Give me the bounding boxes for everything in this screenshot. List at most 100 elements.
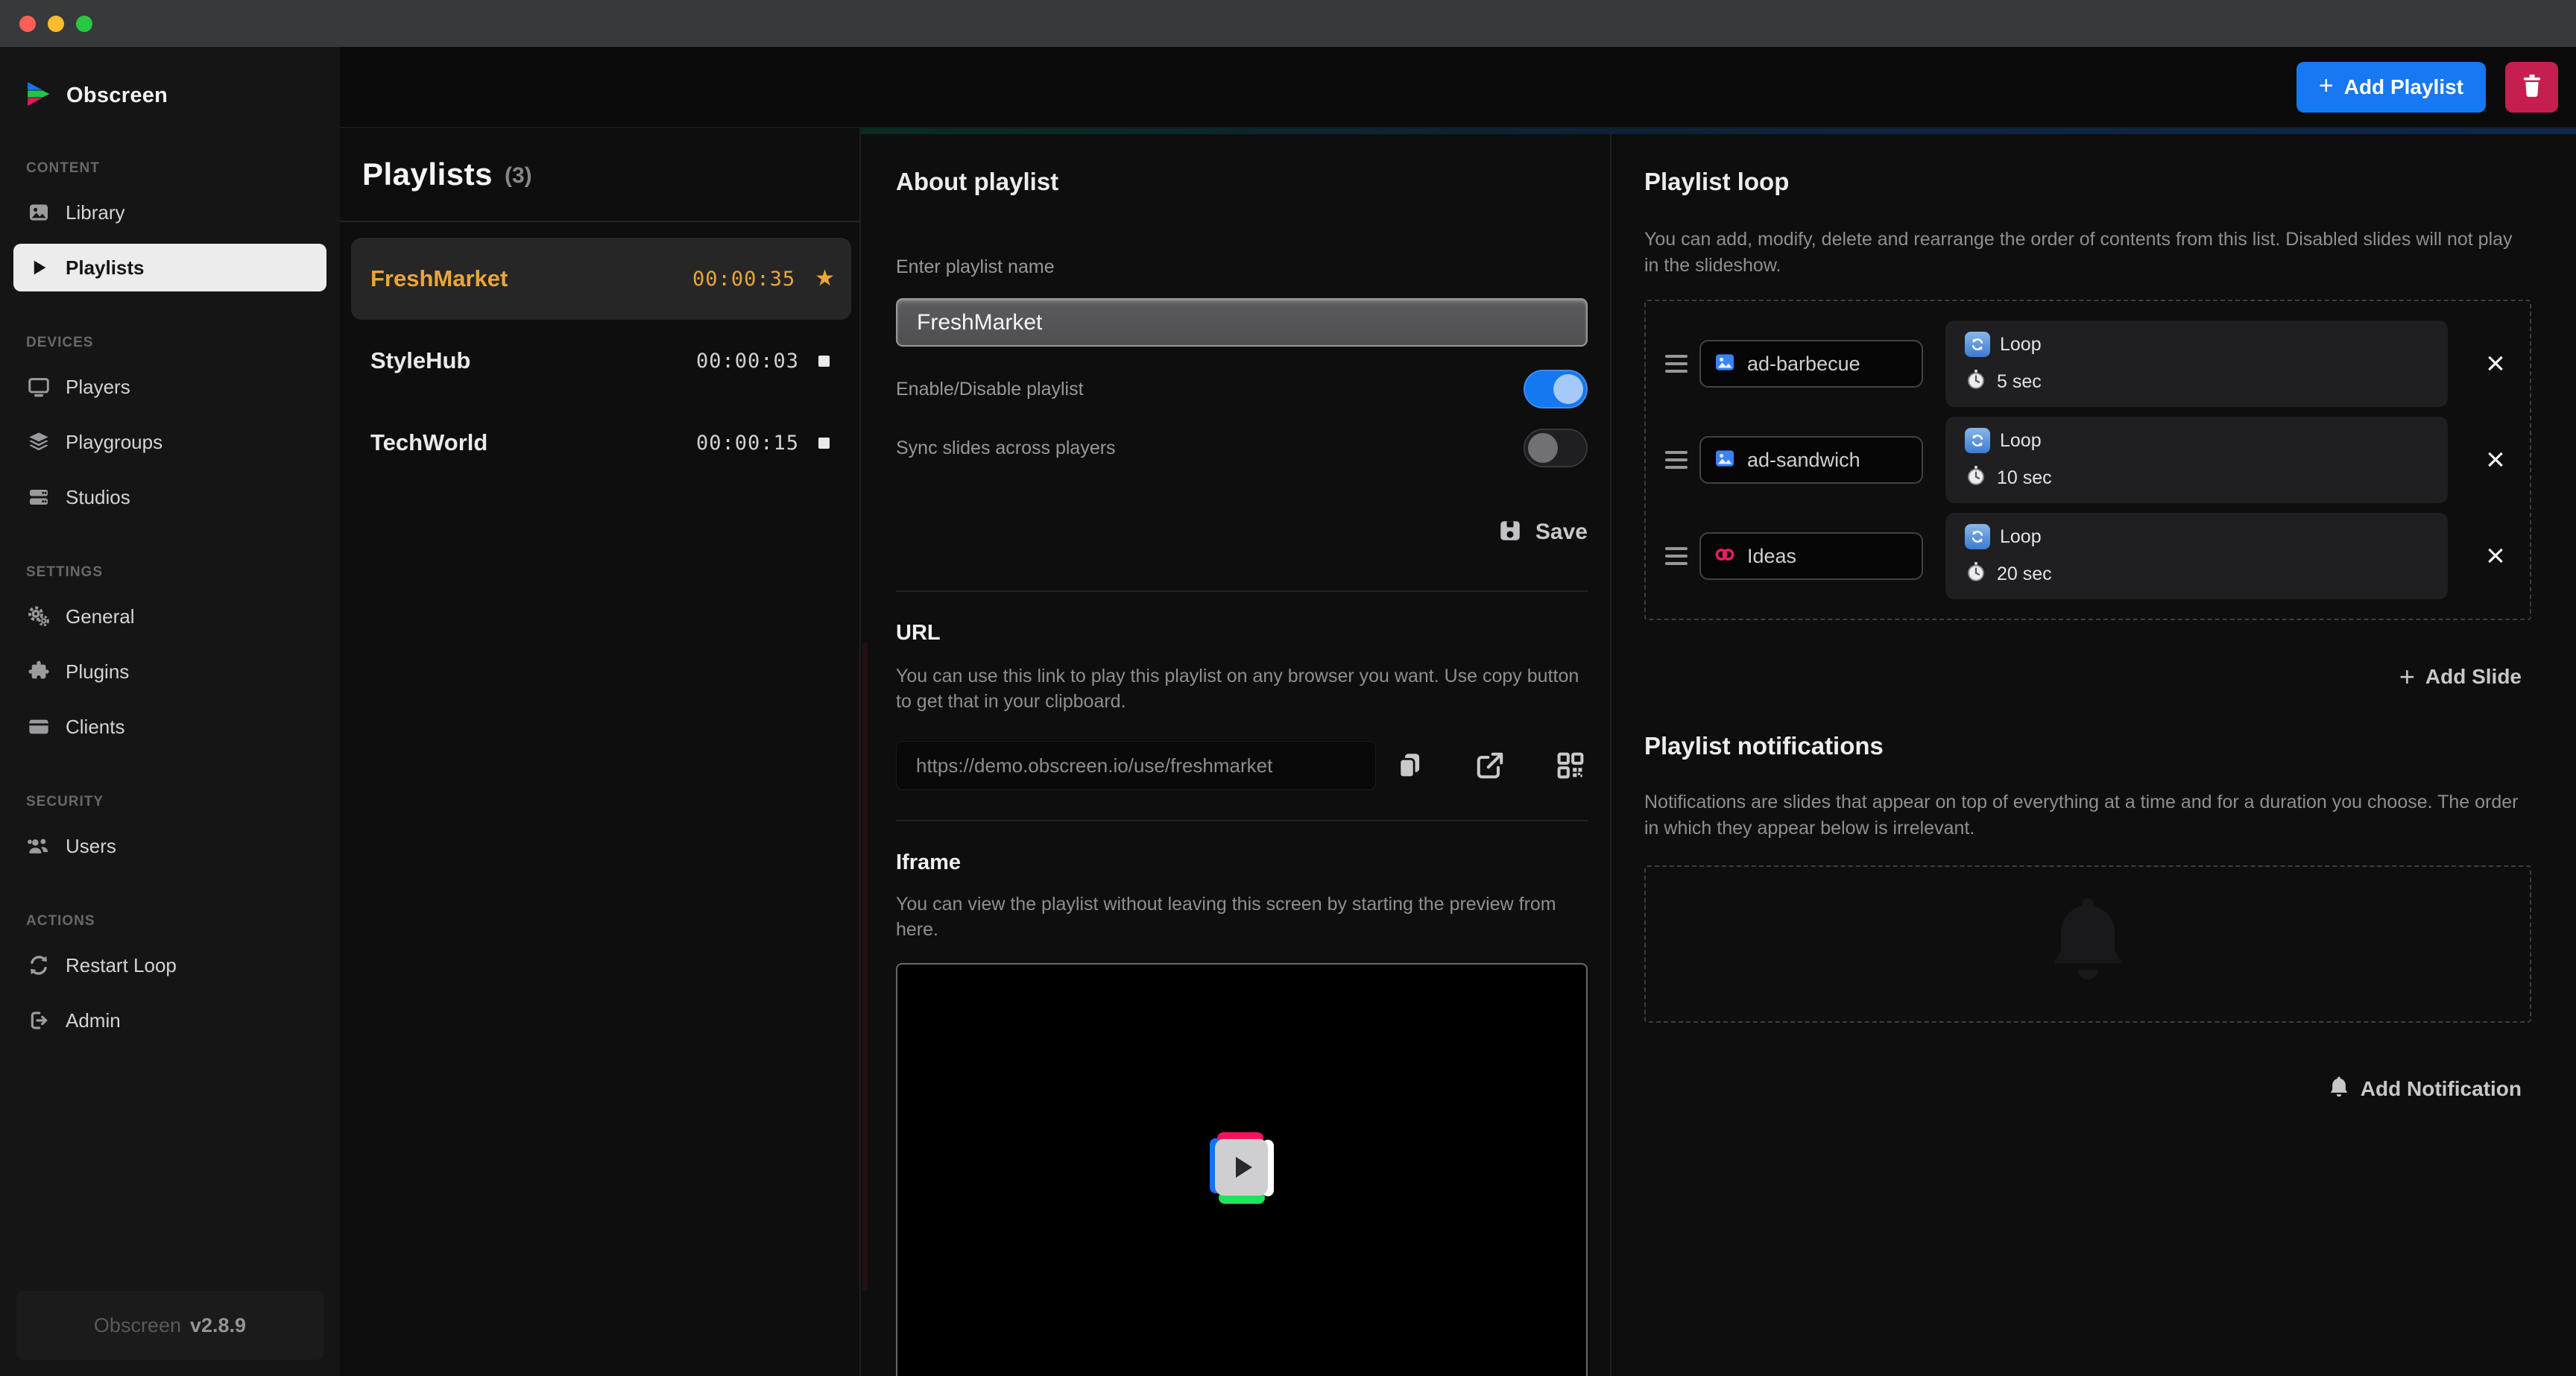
stopwatch-icon [1965, 368, 1987, 396]
sidebar-section-devices: DEVICES [26, 335, 340, 354]
playlist-row-techworld[interactable]: TechWorld 00:00:15 [351, 402, 851, 484]
sidebar-item-admin[interactable]: Admin [0, 997, 340, 1044]
plus-icon: + [2319, 72, 2334, 101]
app-name: Obscreen [66, 83, 168, 108]
image-icon [1713, 350, 1737, 378]
add-notification-button[interactable]: Add Notification [1644, 1073, 2522, 1105]
sidebar-item-clients[interactable]: Clients [0, 703, 340, 751]
playlist-row-freshmarket[interactable]: FreshMarket 00:00:35 ★ [351, 238, 851, 320]
slide-settings-card[interactable]: Loop 20 sec [1945, 513, 2448, 599]
playlist-url-input[interactable] [896, 741, 1376, 790]
sidebar-item-label: Playgroups [66, 431, 162, 454]
puzzle-icon [26, 660, 51, 684]
remove-slide-button[interactable]: × [2481, 347, 2510, 380]
image-icon [1713, 446, 1737, 474]
drag-handle-icon[interactable] [1665, 547, 1688, 565]
bell-placeholder-icon [2043, 894, 2133, 994]
sidebar-item-label: General [66, 605, 135, 628]
plus-icon: + [2399, 663, 2415, 690]
drag-handle-icon[interactable] [1665, 451, 1688, 469]
image-icon [26, 201, 51, 225]
sidebar-item-restart-loop[interactable]: Restart Loop [0, 941, 340, 989]
drag-handle-icon[interactable] [1665, 355, 1688, 373]
slide-row-ad-sandwich: ad-sandwich Loop [1665, 417, 2510, 503]
sidebar-section-content: CONTENT [26, 160, 340, 180]
star-icon: ★ [815, 268, 835, 290]
enable-playlist-toggle[interactable] [1524, 370, 1588, 408]
iframe-section-description: You can view the playlist without leavin… [896, 891, 1588, 942]
sidebar-item-players[interactable]: Players [0, 363, 340, 411]
slide-settings-card[interactable]: Loop 5 sec [1945, 321, 2448, 407]
playlist-row-stylehub[interactable]: StyleHub 00:00:03 [351, 320, 851, 402]
link-icon [1713, 543, 1737, 570]
remove-slide-button[interactable]: × [2481, 540, 2510, 572]
copy-url-button[interactable] [1392, 748, 1427, 783]
iframe-preview[interactable] [896, 963, 1588, 1376]
slide-name-pill[interactable]: ad-sandwich [1699, 436, 1923, 484]
sidebar-item-general[interactable]: General [0, 593, 340, 640]
playlist-duration: 00:00:03 [696, 350, 799, 373]
sidebar-item-studios[interactable]: Studios [0, 473, 340, 521]
app-version-footer: Obscreen v2.8.9 [16, 1291, 323, 1360]
sidebar-item-label: Library [66, 201, 124, 224]
maximize-window-button[interactable] [76, 16, 92, 32]
playlist-name-label: Enter playlist name [896, 256, 1588, 282]
sidebar-item-users[interactable]: Users [0, 822, 340, 870]
app-logo: Obscreen [26, 77, 340, 114]
loop-icon [1965, 332, 1990, 357]
panel-scrollbar[interactable] [862, 643, 868, 1291]
sidebar-item-playgroups[interactable]: Playgroups [0, 418, 340, 466]
floppy-save-icon [1497, 517, 1524, 548]
sidebar-section-security: SECURITY [26, 794, 340, 813]
minimize-window-button[interactable] [48, 16, 64, 32]
sidebar-item-label: Clients [66, 716, 124, 739]
sync-slides-toggle[interactable] [1524, 429, 1588, 467]
card-icon [26, 715, 51, 739]
playlist-loop-description: You can add, modify, delete and rearrang… [1644, 227, 2531, 279]
monitor-icon [26, 375, 51, 400]
window-titlebar [0, 0, 2576, 47]
delete-playlist-button[interactable] [2505, 62, 2558, 113]
remove-slide-button[interactable]: × [2481, 444, 2510, 476]
sidebar-item-label: Playlists [66, 256, 145, 280]
playlist-loop-panel: Playlist loop You can add, modify, delet… [1610, 128, 2576, 1376]
stopwatch-icon [1965, 464, 1987, 492]
sidebar-section-settings: SETTINGS [26, 564, 340, 584]
window-controls [19, 16, 92, 32]
qr-code-button[interactable] [1553, 748, 1588, 783]
section-divider [896, 820, 1588, 821]
bell-icon [2328, 1076, 2350, 1103]
slide-name-pill[interactable]: Ideas [1699, 532, 1923, 580]
playlists-list: FreshMarket 00:00:35 ★ StyleHub 00:00:03… [340, 222, 859, 484]
playlists-title: Playlists [362, 157, 493, 192]
footer-app-version: v2.8.9 [190, 1314, 246, 1337]
obscreen-logo-icon [26, 81, 51, 110]
sidebar-item-label: Admin [66, 1009, 121, 1032]
slide-name-pill[interactable]: ad-barbecue [1699, 340, 1923, 388]
save-button[interactable]: Save [896, 516, 1588, 549]
playlist-name-input[interactable] [896, 298, 1588, 347]
obscreen-play-logo-icon [1210, 1132, 1274, 1204]
sidebar-item-playlists[interactable]: Playlists [13, 244, 326, 291]
sidebar-item-label: Restart Loop [66, 954, 177, 977]
playlists-header: Playlists (3) [340, 128, 859, 222]
loop-icon [1965, 524, 1990, 549]
sidebar-item-label: Studios [66, 486, 130, 509]
iframe-section-title: Iframe [896, 848, 1588, 877]
slide-settings-card[interactable]: Loop 10 sec [1945, 417, 2448, 503]
open-external-link-button[interactable] [1473, 748, 1507, 783]
sync-slides-row: Sync slides across players [896, 429, 1588, 467]
footer-app-name: Obscreen [94, 1314, 181, 1337]
close-window-button[interactable] [19, 16, 36, 32]
url-section-title: URL [896, 619, 1588, 647]
playlists-count: (3) [505, 163, 532, 189]
loop-icon [1965, 428, 1990, 453]
add-slide-button[interactable]: + Add Slide [1644, 661, 2522, 692]
sidebar-item-plugins[interactable]: Plugins [0, 648, 340, 695]
playlist-notifications-description: Notifications are slides that appear on … [1644, 789, 2531, 842]
url-section-description: You can use this link to play this playl… [896, 663, 1588, 714]
server-icon [26, 485, 51, 510]
sidebar-item-library[interactable]: Library [0, 189, 340, 236]
top-action-bar: + Add Playlist [340, 47, 2576, 127]
add-playlist-button[interactable]: + Add Playlist [2296, 62, 2486, 113]
